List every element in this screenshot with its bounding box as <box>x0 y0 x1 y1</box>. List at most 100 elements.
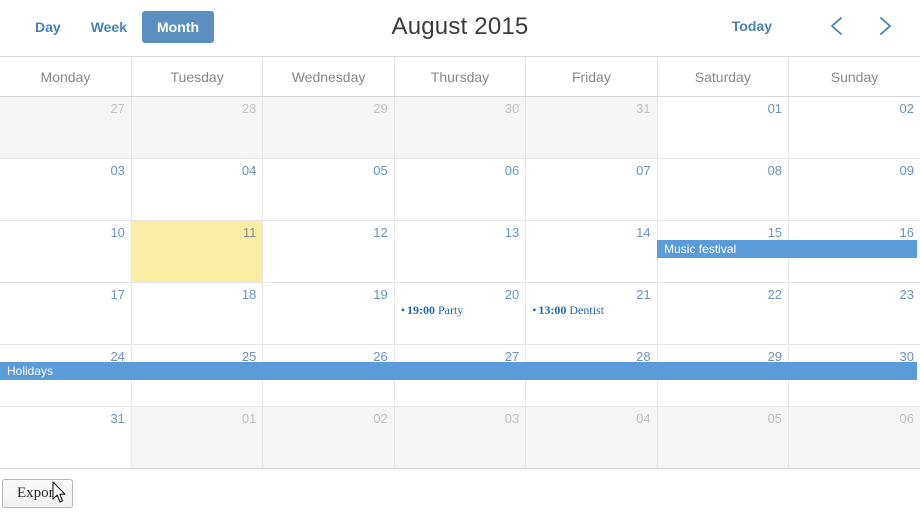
day-number: 13 <box>504 225 520 240</box>
calendar-week-row: 31 01 02 03 04 05 06 <box>0 406 920 468</box>
day-number: 05 <box>767 411 783 426</box>
calendar-day-cell[interactable]: 08 <box>657 158 790 221</box>
chevron-right-icon <box>876 14 894 38</box>
day-number: 07 <box>636 163 651 178</box>
day-number: 10 <box>110 225 125 240</box>
calendar-table: Monday Tuesday Wednesday Thursday Friday… <box>0 57 920 468</box>
calendar-day-cell[interactable]: 02 <box>262 406 395 468</box>
calendar-day-cell[interactable]: 28 <box>131 96 264 159</box>
calendar-day-cell[interactable]: 03 <box>0 158 132 221</box>
calendar-day-cell[interactable]: 27 <box>0 96 132 159</box>
calendar-day-cell[interactable]: 06 <box>788 406 920 468</box>
calendar-week-row: 17 18 19 20 • 19:00 Party 21 • 13:00 Dentist 22 23 <box>0 282 920 345</box>
weekday-header-sunday: Sunday <box>788 57 920 97</box>
day-number: 31 <box>110 411 125 426</box>
calendar-event-bar[interactable]: Holidays <box>0 362 917 380</box>
calendar-day-cell[interactable]: 21 • 13:00 Dentist <box>525 282 658 345</box>
calendar-day-cell[interactable]: 29 <box>262 96 395 159</box>
export-button[interactable]: Export <box>2 479 73 508</box>
calendar-day-cell[interactable]: 14 <box>525 220 658 283</box>
day-number: 22 <box>767 287 783 302</box>
calendar-day-cell[interactable]: 11 <box>131 220 264 283</box>
calendar-day-cell[interactable]: 05 <box>657 406 790 468</box>
weekday-header-friday: Friday <box>525 57 658 97</box>
day-number: 06 <box>899 411 914 426</box>
calendar-day-cell[interactable]: 30 <box>394 96 527 159</box>
calendar-event-timed[interactable]: • 19:00 Party <box>395 302 525 318</box>
day-number: 20 <box>504 287 520 302</box>
calendar-day-cell[interactable]: 04 <box>131 158 264 221</box>
calendar-day-cell[interactable]: 17 <box>0 282 132 345</box>
calendar-day-cell[interactable]: 19 <box>262 282 395 345</box>
day-number: 06 <box>504 163 520 178</box>
day-number: 17 <box>110 287 125 302</box>
next-period-button[interactable] <box>868 9 902 43</box>
calendar-event-timed[interactable]: • 13:00 Dentist <box>526 302 656 318</box>
calendar-day-cell[interactable]: 01 <box>657 96 790 159</box>
day-number: 08 <box>767 163 783 178</box>
event-title: Party <box>437 303 464 317</box>
weekday-header-tuesday: Tuesday <box>131 57 264 97</box>
calendar-day-cell[interactable]: 13 <box>394 220 527 283</box>
day-number: 11 <box>242 225 257 240</box>
day-number: 01 <box>241 411 257 426</box>
day-number: 01 <box>767 101 783 116</box>
weekday-header-wednesday: Wednesday <box>262 57 395 97</box>
event-bullet-icon: • <box>532 303 537 317</box>
day-number: 05 <box>373 163 388 178</box>
calendar-day-cell[interactable]: 03 <box>394 406 527 468</box>
calendar-body: 27 28 29 30 31 01 02 03 04 05 06 07 08 09 10 11 12 13 14 15… <box>0 96 920 468</box>
calendar-day-cell[interactable]: 18 <box>131 282 264 345</box>
calendar-grid: Monday Tuesday Wednesday Thursday Friday… <box>0 56 920 469</box>
day-number: 16 <box>899 225 914 240</box>
calendar-day-cell[interactable]: 04 <box>525 406 658 468</box>
event-time: 13:00 <box>538 303 567 317</box>
chevron-left-icon <box>828 14 846 38</box>
day-number: 19 <box>373 287 388 302</box>
calendar-day-cell[interactable]: 05 <box>262 158 395 221</box>
day-number: 12 <box>373 225 388 240</box>
calendar-day-cell[interactable]: 20 • 19:00 Party <box>394 282 527 345</box>
calendar-event-bar[interactable]: Music festival <box>657 240 917 258</box>
day-number: 18 <box>241 287 257 302</box>
day-number: 27 <box>110 101 125 116</box>
day-number: 03 <box>504 411 520 426</box>
day-number: 15 <box>767 225 783 240</box>
calendar-day-cell[interactable]: 12 <box>262 220 395 283</box>
calendar-day-cell[interactable]: 31 <box>525 96 658 159</box>
calendar-day-cell[interactable]: 23 <box>788 282 920 345</box>
day-number: 30 <box>504 101 520 116</box>
day-number: 02 <box>373 411 388 426</box>
calendar-day-cell[interactable]: 09 <box>788 158 920 221</box>
day-number: 28 <box>241 101 257 116</box>
previous-period-button[interactable] <box>820 9 854 43</box>
day-number: 04 <box>241 163 257 178</box>
day-number: 31 <box>636 101 651 116</box>
calendar-day-cell[interactable]: 01 <box>131 406 264 468</box>
calendar-day-cell[interactable]: 10 <box>0 220 132 283</box>
calendar-day-cell[interactable]: 07 <box>525 158 658 221</box>
calendar-day-cell[interactable]: 02 <box>788 96 920 159</box>
day-number: 03 <box>110 163 125 178</box>
calendar-day-cell[interactable]: 22 <box>657 282 790 345</box>
day-number: 09 <box>899 163 914 178</box>
calendar-week-row: 03 04 05 06 07 08 09 <box>0 158 920 221</box>
calendar-week-row: 27 28 29 30 31 01 02 <box>0 96 920 159</box>
day-number: 29 <box>373 101 388 116</box>
day-number: 14 <box>636 225 651 240</box>
calendar-toolbar: Day Week Month August 2015 Today <box>0 0 920 56</box>
calendar-day-cell[interactable]: 31 <box>0 406 132 468</box>
event-bullet-icon: • <box>400 303 405 317</box>
calendar-app: Day Week Month August 2015 Today Monday … <box>0 0 920 511</box>
navigation-group: Today <box>722 9 902 43</box>
day-number: 23 <box>899 287 914 302</box>
weekday-header-thursday: Thursday <box>394 57 527 97</box>
day-number: 04 <box>636 411 651 426</box>
weekday-header-saturday: Saturday <box>657 57 790 97</box>
day-number: 02 <box>899 101 914 116</box>
calendar-day-cell[interactable]: 06 <box>394 158 527 221</box>
event-time: 19:00 <box>406 303 435 317</box>
today-button[interactable]: Today <box>722 10 782 42</box>
event-title: Dentist <box>569 303 605 317</box>
weekday-header-row: Monday Tuesday Wednesday Thursday Friday… <box>0 57 920 97</box>
